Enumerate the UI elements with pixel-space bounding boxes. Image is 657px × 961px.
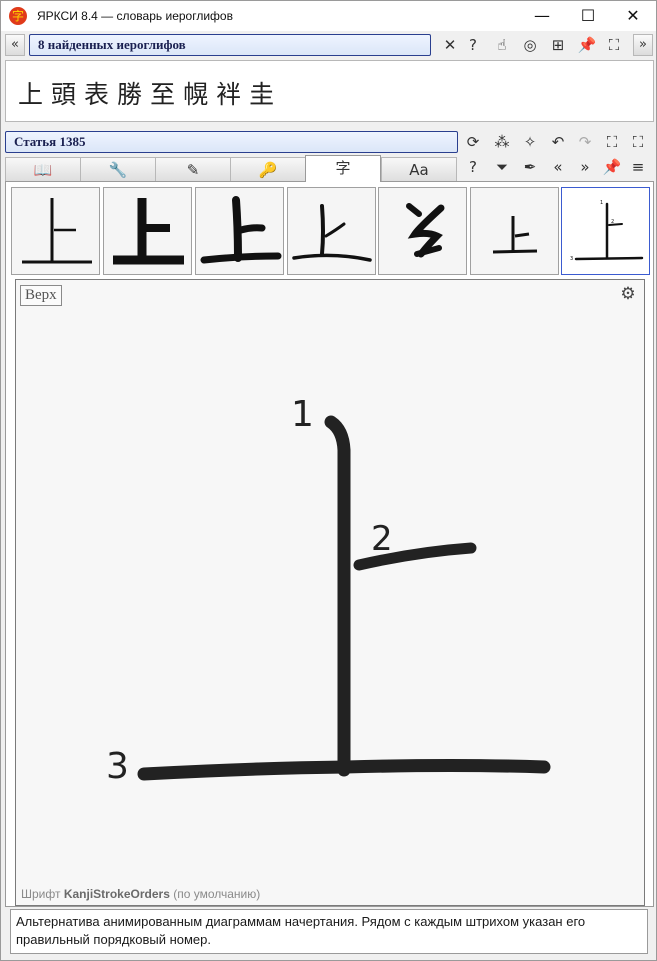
app-logo-icon: 字 — [9, 7, 27, 25]
kanji-result-item[interactable]: 上 — [18, 80, 49, 109]
brush-icon[interactable]: ✒ — [520, 157, 540, 177]
close-button[interactable]: ✕ — [610, 1, 656, 31]
filter-icon[interactable]: ⏷ — [492, 157, 512, 177]
help-icon[interactable]: ? — [463, 157, 483, 177]
glyph-variant-brush[interactable] — [195, 187, 284, 275]
stroke-number-3: 3 — [106, 746, 129, 787]
kanji-result-item[interactable]: 幌 — [183, 80, 214, 109]
stroke-number: 2 — [611, 219, 614, 225]
clear-icon[interactable]: ✕ — [440, 35, 460, 55]
glyph-variant-mincho[interactable] — [11, 187, 100, 275]
history-forward-button[interactable]: » — [633, 34, 653, 56]
position-button[interactable]: Верх — [20, 285, 62, 306]
tab-keys[interactable]: 🔑 — [230, 157, 306, 181]
font-prefix: Шрифт — [21, 887, 61, 901]
gear-icon[interactable]: ⚙ — [618, 284, 638, 304]
kanji-result-item[interactable]: 至 — [150, 80, 181, 109]
kanji-result-item[interactable]: 圭 — [249, 80, 280, 109]
back-icon[interactable]: ↶ — [548, 132, 568, 152]
kanji-result-list: 上頭表勝至幌袢圭 — [5, 60, 654, 122]
kanji-result-item[interactable]: 頭 — [51, 80, 82, 109]
kanji-result-item[interactable]: 勝 — [117, 80, 148, 109]
title-bar: 字 ЯРКСИ 8.4 — словарь иероглифов — ☐ ✕ — [1, 1, 656, 31]
stroke-number: 1 — [600, 200, 603, 206]
result-count-field[interactable]: 8 найденных иероглифов — [29, 34, 431, 56]
font-info: Шрифт KanjiStrokeOrders (по умолчанию) — [21, 887, 260, 901]
prev-icon[interactable]: « — [548, 157, 568, 177]
graph-icon[interactable]: ⁂ — [492, 132, 512, 152]
stroke-number-1: 1 — [291, 394, 314, 435]
stroke-number-2: 2 — [371, 519, 393, 559]
refresh-icon[interactable]: ⟳ — [463, 132, 483, 152]
stroke-order-diagram: 1 2 3 Верх ⚙ Шрифт KanjiStrokeOrders (по… — [15, 279, 645, 906]
font-icon: Aa — [409, 161, 429, 179]
tab-bar: 📖 🔧 ✎ 🔑 字 Aa — [5, 155, 459, 182]
tab-book[interactable]: 📖 — [5, 157, 81, 181]
next-icon[interactable]: » — [575, 157, 595, 177]
glyph-variant-semicursive[interactable] — [287, 187, 376, 275]
expand-icon[interactable]: ⛶ — [602, 132, 622, 152]
description-text: Альтернатива анимированным диаграммам на… — [10, 909, 648, 954]
brush-icon: ✎ — [186, 161, 200, 179]
font-name-link[interactable]: KanjiStrokeOrders — [64, 887, 170, 901]
article-field[interactable]: Статья 1385 — [5, 131, 458, 153]
font-suffix: (по умолчанию) — [173, 887, 261, 901]
pin-icon[interactable]: 📌 — [577, 35, 597, 55]
glyph-variants: 1 2 3 — [11, 187, 650, 275]
history-back-button[interactable]: « — [5, 34, 25, 56]
hand-icon[interactable]: ☝ — [492, 35, 512, 55]
kanji-list: 上頭表勝至幌袢圭 — [18, 75, 282, 111]
broom-icon[interactable]: ✧ — [520, 132, 540, 152]
kanji-result-item[interactable]: 袢 — [216, 80, 247, 109]
glyph-variant-gothic[interactable] — [103, 187, 192, 275]
article-row: Статья 1385 ⟳ ⁂ ✧ ↶ ↷ ⛶ ⛶ — [1, 131, 656, 153]
app-window: 字 ЯРКСИ 8.4 — словарь иероглифов — ☐ ✕ «… — [0, 0, 657, 961]
tab-brush[interactable]: ✎ — [155, 157, 231, 181]
glyph-variant-cursive[interactable] — [378, 187, 467, 275]
shrink-icon[interactable]: ⛶ — [604, 35, 624, 55]
kanji-result-item[interactable]: 表 — [84, 80, 115, 109]
wrench-icon: 🔧 — [108, 161, 128, 179]
key-icon: 🔑 — [258, 161, 278, 179]
search-row: « 8 найденных иероглифов ✕ ? ☝ ◎ ⊞ 📌 ⛶ » — [1, 33, 656, 57]
window-title: ЯРКСИ 8.4 — словарь иероглифов — [37, 9, 233, 23]
pin-icon[interactable]: 📌 — [602, 157, 622, 177]
forward-icon[interactable]: ↷ — [575, 132, 595, 152]
kanji-panel: 1 2 3 1 2 3 Верх ⚙ Шрифт KanjiStrokeOrde… — [5, 181, 654, 907]
glyph-variant-textbook[interactable] — [470, 187, 559, 275]
tab-kanji[interactable]: 字 — [305, 155, 381, 182]
tab-tools[interactable]: 🔧 — [80, 157, 156, 181]
tree-icon[interactable]: ⊞ — [548, 35, 568, 55]
minimize-button[interactable]: — — [519, 1, 565, 31]
help-icon[interactable]: ? — [463, 35, 483, 55]
tab-font[interactable]: Aa — [381, 157, 457, 181]
maximize-button[interactable]: ☐ — [565, 1, 611, 31]
fullscreen-icon[interactable]: ⛶ — [628, 132, 648, 152]
book-icon: 📖 — [33, 161, 53, 179]
glyph-variant-stroke-order[interactable]: 1 2 3 — [561, 187, 650, 275]
stroke-number: 3 — [570, 256, 573, 262]
menu-icon[interactable]: ≡ — [628, 157, 648, 177]
stroke-order-drawing: 1 2 3 — [106, 394, 551, 787]
spiral-icon[interactable]: ◎ — [520, 35, 540, 55]
kanji-icon: 字 — [335, 159, 351, 177]
